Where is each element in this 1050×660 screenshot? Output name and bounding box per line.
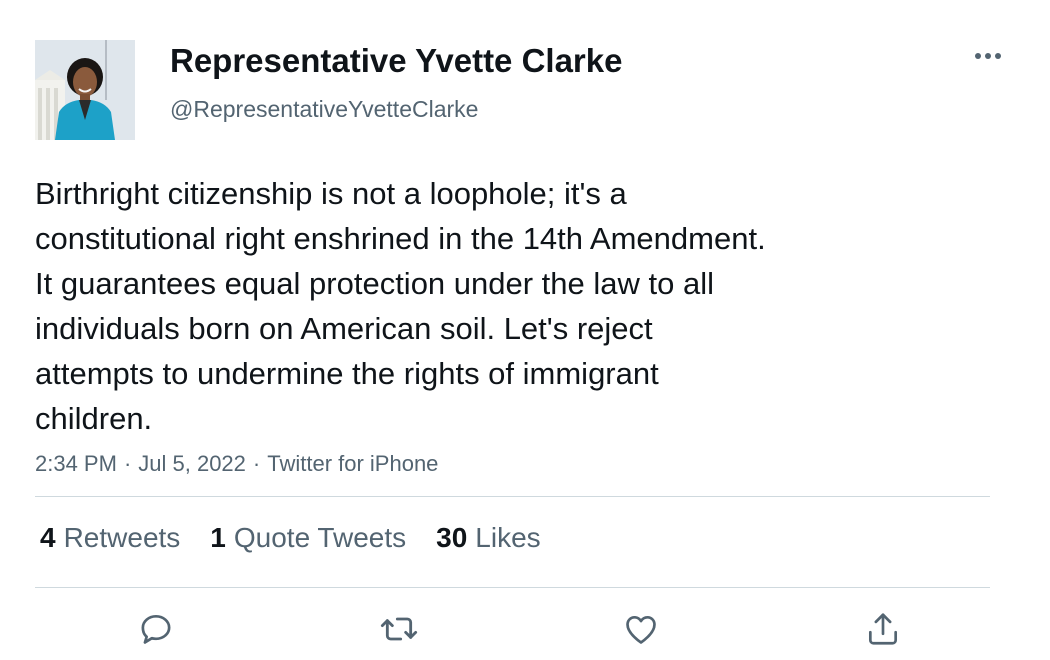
quote-tweets-label: Quote Tweets (233, 522, 407, 553)
user-handle[interactable]: @RepresentativeYvetteClarke (170, 96, 478, 123)
retweet-button[interactable] (378, 608, 420, 650)
reply-button[interactable] (135, 608, 177, 650)
tweet-meta: 2:34 PM · Jul 5, 2022 · Twitter for iPhone (35, 451, 438, 477)
tweet-time[interactable]: 2:34 PM (35, 451, 117, 476)
engagement-stats: 4 Retweets 1 Quote Tweets 30 Likes (40, 522, 571, 554)
divider (35, 496, 990, 497)
display-name[interactable]: Representative Yvette Clarke (170, 42, 622, 80)
share-icon (868, 613, 898, 645)
reply-icon (141, 614, 171, 644)
tweet-card: Representative Yvette Clarke @Representa… (0, 0, 1050, 660)
tweet-source[interactable]: Twitter for iPhone (267, 451, 438, 476)
meta-separator: · (252, 451, 261, 476)
quote-tweets-count: 1 (210, 522, 226, 553)
likes-count: 30 (436, 522, 468, 553)
like-heart-icon (626, 615, 656, 644)
retweet-icon (380, 617, 418, 641)
likes-stat[interactable]: 30 Likes (436, 522, 541, 554)
avatar[interactable] (35, 40, 135, 140)
divider (35, 587, 990, 588)
tweet-date[interactable]: Jul 5, 2022 (138, 451, 246, 476)
retweets-count: 4 (40, 522, 56, 553)
retweets-label: Retweets (63, 522, 181, 553)
retweets-stat[interactable]: 4 Retweets (40, 522, 180, 554)
avatar-photo (35, 40, 135, 140)
like-button[interactable] (620, 608, 662, 650)
more-dots-icon (975, 53, 1001, 59)
quote-tweets-stat[interactable]: 1 Quote Tweets (210, 522, 406, 554)
meta-separator: · (123, 451, 132, 476)
tweet-text: Birthright citizenship is not a loophole… (35, 176, 766, 436)
more-options-button[interactable] (970, 40, 1006, 72)
likes-label: Likes (475, 522, 541, 553)
share-button[interactable] (862, 608, 904, 650)
